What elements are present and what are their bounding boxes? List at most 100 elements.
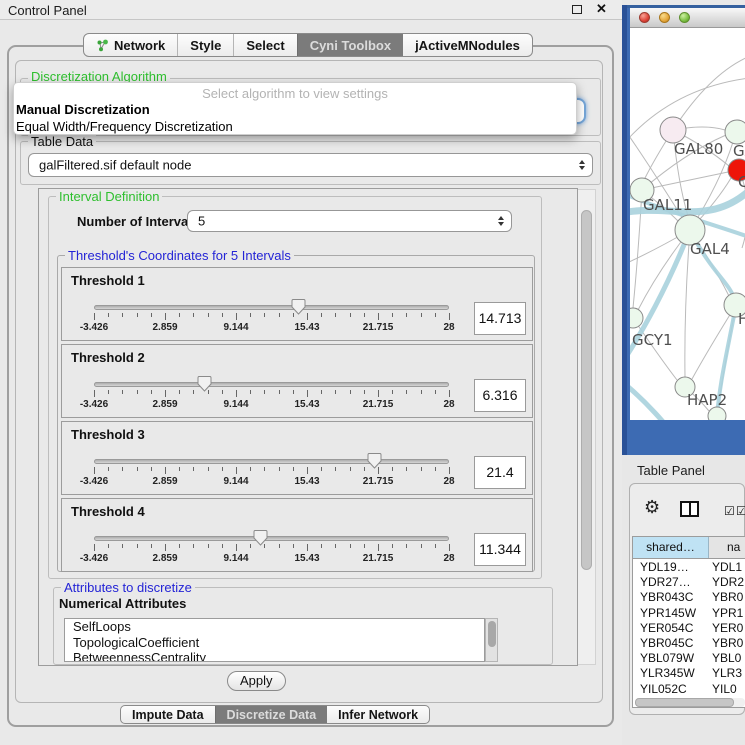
tab-network[interactable]: Network	[84, 34, 177, 56]
table-row[interactable]: YBR045CYBR0	[633, 636, 745, 651]
network-graph[interactable]: GAL80GACGAL11GAL4GCY1HHAP2	[630, 28, 745, 420]
attribute-list-item[interactable]: SelfLoops	[65, 619, 484, 635]
tab-jactivemnodules[interactable]: jActiveMNodules	[403, 34, 532, 56]
table-panel: Table Panel ⚙ ☑ ☑ shared… na YDL19…YDL1Y…	[622, 455, 745, 745]
tick-mark	[449, 390, 450, 397]
minimize-traffic-light-icon[interactable]	[659, 12, 670, 23]
tick-mark	[293, 544, 294, 548]
tick-mark	[421, 390, 422, 394]
tab-select[interactable]: Select	[233, 34, 296, 56]
threshold-panel: Threshold 1-3.4262.8599.14415.4321.71528…	[61, 267, 533, 341]
tick-mark	[236, 544, 237, 551]
table-row[interactable]: YLR345WYLR3	[633, 666, 745, 681]
tab-network-label: Network	[114, 38, 165, 53]
number-of-intervals-combobox[interactable]: 5	[187, 210, 512, 232]
attribute-list-item[interactable]: TopologicalCoefficient	[65, 635, 484, 651]
slider-thumb[interactable]	[253, 529, 268, 546]
slider-track[interactable]	[94, 305, 449, 310]
table-row[interactable]: YBR043CYBR0	[633, 590, 745, 605]
columns-icon[interactable]	[680, 501, 699, 517]
network-canvas[interactable]: GAL80GACGAL11GAL4GCY1HHAP2	[630, 28, 745, 420]
threshold-panel: Threshold 3-3.4262.8599.14415.4321.71528…	[61, 421, 533, 495]
settings-scroll-area: Interval Definition Number of Intervals …	[38, 188, 578, 666]
tick-mark	[406, 390, 407, 394]
tick-mark	[350, 467, 351, 471]
tick-mark	[378, 390, 379, 397]
gear-icon[interactable]: ⚙	[644, 498, 660, 516]
tick-mark	[137, 467, 138, 471]
tab-infer-network[interactable]: Infer Network	[327, 706, 429, 723]
network-window-titlebar	[630, 8, 745, 28]
tick-mark	[264, 390, 265, 394]
network-node[interactable]	[725, 120, 745, 144]
slider-track[interactable]	[94, 382, 449, 387]
tick-mark	[122, 467, 123, 471]
column-header-name[interactable]: na	[709, 537, 745, 558]
close-icon[interactable]: ✕	[596, 1, 607, 17]
threshold-label: Threshold 4	[71, 504, 145, 519]
scrollbar-thumb[interactable]	[581, 210, 592, 570]
table-row[interactable]: YPR145WYPR1	[633, 606, 745, 621]
table-row[interactable]: YER054CYER0	[633, 621, 745, 636]
slider-track[interactable]	[94, 536, 449, 541]
tick-mark	[165, 390, 166, 397]
popup-item-equal-width-frequency[interactable]: Equal Width/Frequency Discretization	[14, 118, 576, 135]
threshold-label: Threshold 1	[71, 273, 145, 288]
threshold-value-field[interactable]: 11.344	[474, 533, 526, 566]
tick-mark	[435, 390, 436, 394]
tab-discretize-data[interactable]: Discretize Data	[215, 706, 328, 723]
settings-vertical-scrollbar[interactable]	[578, 189, 596, 665]
column-header-shared-name[interactable]: shared…	[633, 537, 709, 558]
tick-mark	[321, 544, 322, 548]
number-of-intervals-label: Number of Intervals	[77, 214, 199, 229]
tick-mark	[222, 544, 223, 548]
table-horizontal-scrollbar[interactable]	[635, 698, 745, 707]
table-row[interactable]: YBL079WYBL0	[633, 651, 745, 666]
slider-thumb[interactable]	[291, 298, 306, 315]
attributes-list-scrollbar[interactable]	[485, 618, 498, 662]
checkbox-checked-icon[interactable]: ☑	[736, 505, 745, 517]
network-edge-highlighted[interactable]	[630, 380, 682, 420]
table-row[interactable]: YDR27…YDR2	[633, 575, 745, 590]
thresholds-group: Threshold's Coordinates for 5 Intervals …	[57, 255, 535, 572]
tick-mark	[122, 390, 123, 394]
tick-mark	[392, 390, 393, 394]
network-node[interactable]	[708, 407, 726, 420]
app-root: Control Panel ✕ Network Style Select	[0, 0, 745, 745]
table-row[interactable]: YDL19…YDL1	[633, 560, 745, 575]
network-node[interactable]	[630, 308, 643, 328]
popup-item-manual-discretization[interactable]: Manual Discretization	[14, 101, 576, 118]
tab-cyni-toolbox[interactable]: Cyni Toolbox	[297, 34, 403, 56]
close-traffic-light-icon[interactable]	[639, 12, 650, 23]
zoom-traffic-light-icon[interactable]	[679, 12, 690, 23]
numerical-attributes-list[interactable]: SelfLoopsTopologicalCoefficientBetweenne…	[64, 618, 485, 662]
tab-impute-data[interactable]: Impute Data	[121, 706, 215, 723]
number-of-intervals-value: 5	[198, 214, 205, 229]
slider-thumb[interactable]	[367, 452, 382, 469]
float-window-icon[interactable]	[572, 5, 582, 14]
tab-style[interactable]: Style	[177, 34, 233, 56]
tick-mark	[350, 313, 351, 317]
table-row[interactable]: YIL052CYIL0	[633, 682, 745, 697]
network-edge[interactable]	[633, 318, 677, 380]
scrollbar-thumb[interactable]	[635, 698, 734, 707]
tick-label: 28	[443, 553, 454, 564]
tick-mark	[122, 544, 123, 548]
tick-mark	[321, 313, 322, 317]
threshold-value-field[interactable]: 14.713	[474, 302, 526, 335]
tick-label: 21.715	[363, 553, 394, 564]
apply-button[interactable]: Apply	[227, 671, 286, 691]
threshold-value-field[interactable]: 21.4	[474, 456, 526, 489]
tick-mark	[307, 544, 308, 551]
table-data-combobox[interactable]: galFiltered.sif default node	[28, 153, 593, 177]
network-edge[interactable]	[673, 56, 745, 130]
slider-thumb[interactable]	[197, 375, 212, 392]
slider-track[interactable]	[94, 459, 449, 464]
tick-mark	[94, 390, 95, 397]
attribute-list-item[interactable]: BetweennessCentrality	[65, 650, 484, 662]
tick-mark	[350, 544, 351, 548]
scrollbar-thumb[interactable]	[488, 621, 496, 647]
threshold-value-field[interactable]: 6.316	[474, 379, 526, 412]
checkbox-checked-icon[interactable]: ☑	[724, 505, 735, 517]
tick-mark	[421, 467, 422, 471]
